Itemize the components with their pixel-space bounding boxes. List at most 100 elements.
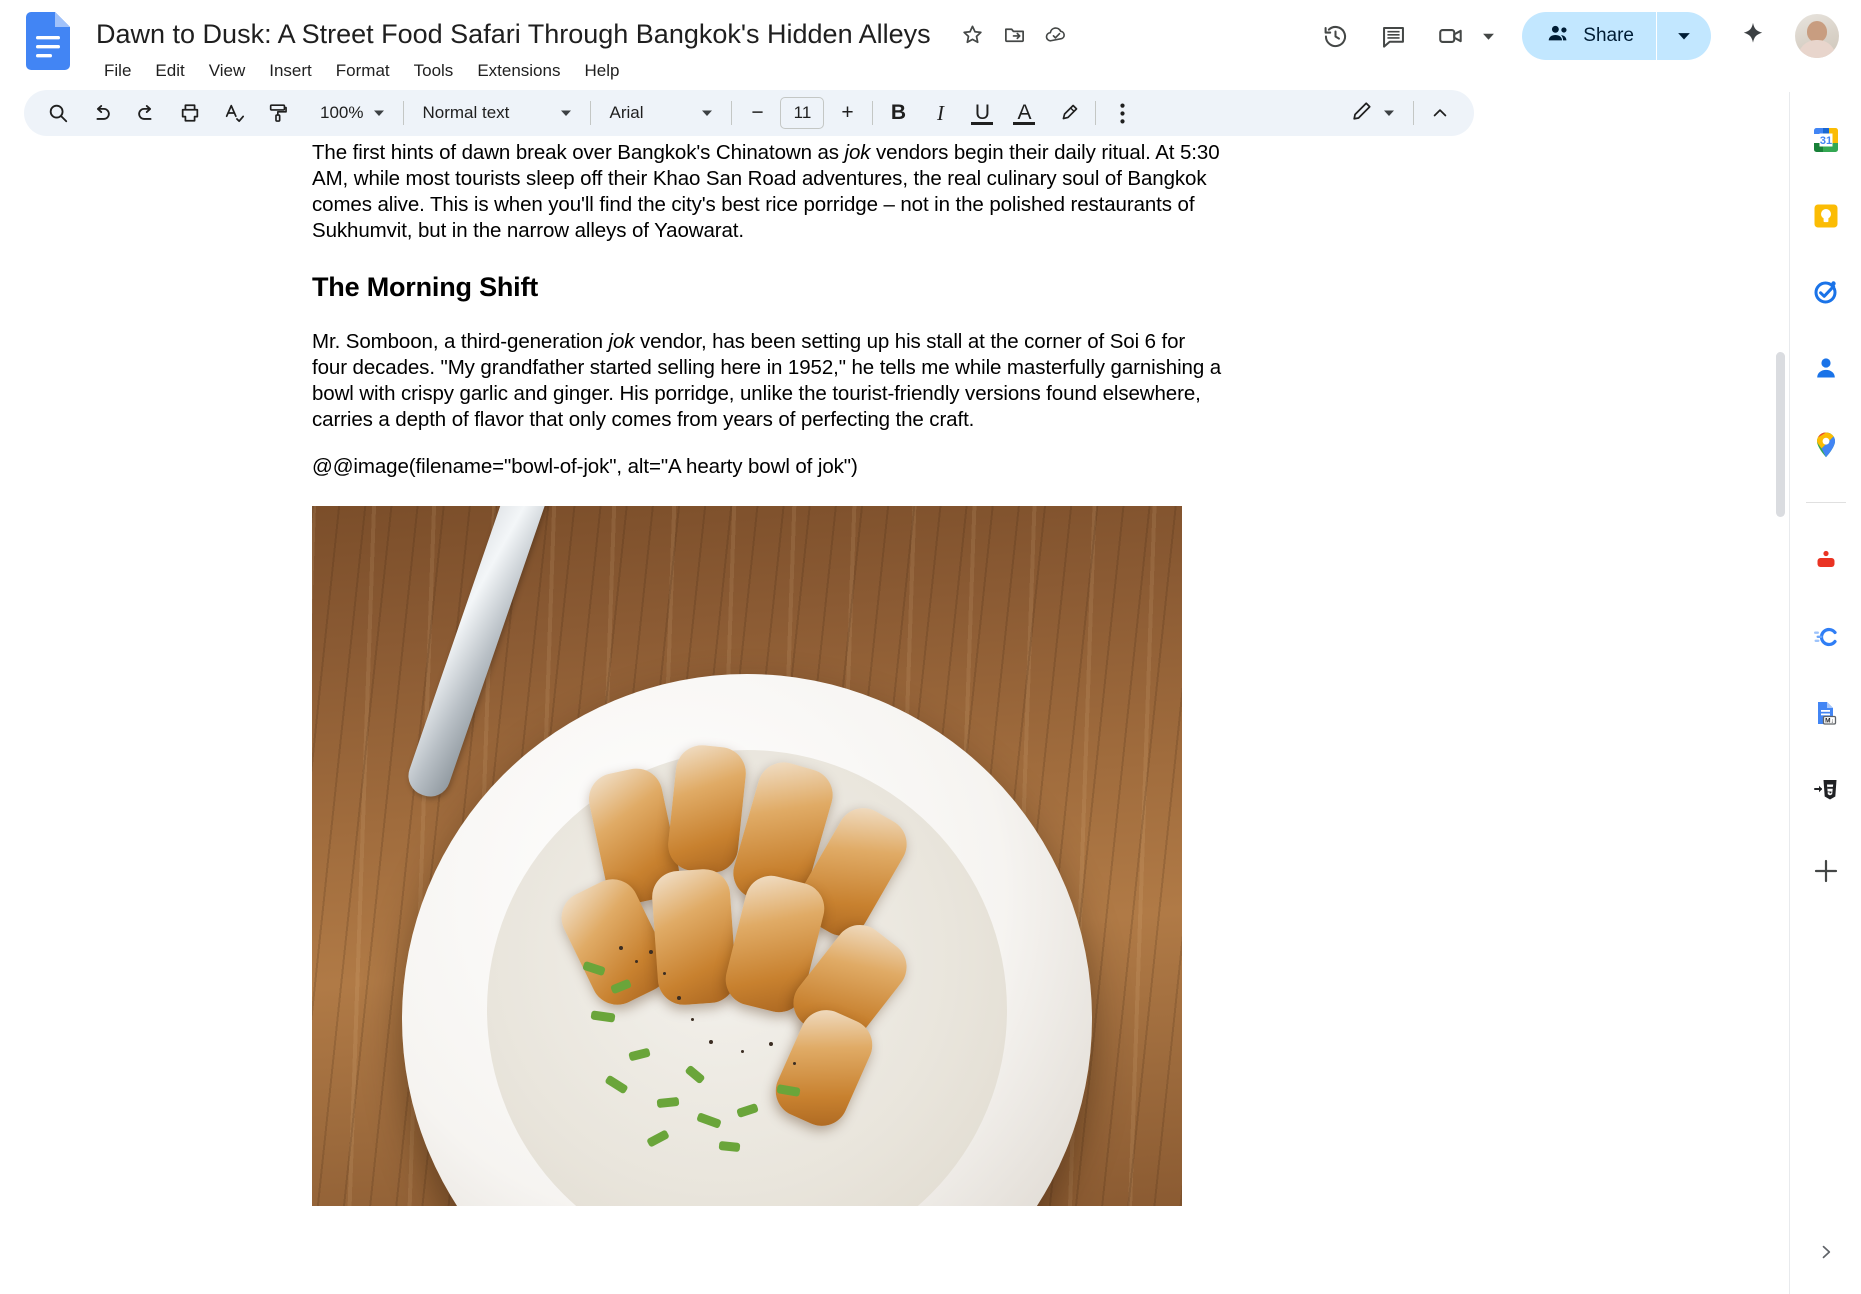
version-history-icon[interactable] [1311, 12, 1359, 60]
share-caret-icon[interactable] [1657, 12, 1711, 60]
bold-button[interactable]: B [881, 96, 915, 130]
heading-morning-shift[interactable]: The Morning Shift [312, 272, 1224, 303]
image-pepper [769, 1042, 773, 1046]
image-scallion [718, 1140, 741, 1153]
account-avatar[interactable] [1795, 14, 1839, 58]
google-docs-logo-icon[interactable] [26, 12, 70, 70]
document-scrollbar-track[interactable] [1773, 140, 1789, 1294]
image-pepper [649, 950, 653, 954]
underline-button[interactable]: U [965, 96, 999, 130]
meet-caret-icon[interactable] [1474, 12, 1502, 60]
toolbar-separator [590, 101, 592, 125]
addon-html-export-icon[interactable] [1802, 765, 1850, 813]
get-addons-plus-icon[interactable] [1802, 847, 1850, 895]
inline-image-bowl-of-jok[interactable] [312, 506, 1182, 1206]
toolbar-separator [1413, 101, 1414, 125]
image-scallion [684, 1064, 706, 1085]
addon-markdown-doc-icon[interactable]: M↓ [1802, 689, 1850, 737]
side-panel-rail: 31 M↓ [1789, 92, 1861, 1294]
toolbar-right-group [1341, 95, 1474, 132]
comment-history-icon[interactable] [1369, 12, 1417, 60]
italic-button[interactable]: I [923, 96, 957, 130]
more-options-icon[interactable] [1104, 95, 1140, 131]
image-pepper [677, 996, 681, 1000]
svg-text:M↓: M↓ [1825, 717, 1834, 724]
edit-mode-dropdown[interactable] [1341, 95, 1405, 132]
menu-insert[interactable]: Insert [257, 58, 324, 84]
edit-pencil-icon [1351, 100, 1373, 127]
header-right-actions: Share [1306, 10, 1861, 62]
move-to-folder-icon[interactable] [997, 16, 1033, 52]
app-header: Dawn to Dusk: A Street Food Safari Throu… [0, 0, 1861, 92]
calendar-day-badge: 31 [1819, 135, 1831, 147]
menu-file[interactable]: File [92, 58, 143, 84]
paragraph-image-directive[interactable]: @@image(filename="bowl-of-jok", alt="A h… [312, 454, 1224, 480]
menu-edit[interactable]: Edit [143, 58, 196, 84]
image-scallion [628, 1047, 651, 1062]
redo-icon[interactable] [128, 95, 164, 131]
image-pepper [663, 972, 666, 975]
menu-format[interactable]: Format [324, 58, 402, 84]
document-title[interactable]: Dawn to Dusk: A Street Food Safari Throu… [90, 17, 937, 52]
paragraph-style-dropdown[interactable]: Normal text [412, 98, 582, 128]
gemini-spark-icon[interactable] [1727, 10, 1779, 62]
undo-icon[interactable] [84, 95, 120, 131]
image-pepper [741, 1050, 744, 1053]
run-text: The first hints of dawn break over Bangk… [312, 141, 845, 164]
share-main[interactable]: Share [1522, 12, 1656, 60]
google-contacts-icon[interactable] [1802, 344, 1850, 392]
image-pepper [635, 960, 638, 963]
text-color-button[interactable]: A [1007, 96, 1041, 130]
menu-view[interactable]: View [197, 58, 258, 84]
document-scrollbar[interactable] [1776, 352, 1785, 517]
spellcheck-icon[interactable] [216, 95, 252, 131]
addon-red-icon[interactable] [1802, 537, 1850, 585]
menu-help[interactable]: Help [572, 58, 631, 84]
image-youtiao [650, 867, 738, 1007]
menu-bar: File Edit View Insert Format Tools Exten… [92, 58, 631, 84]
star-icon[interactable] [955, 16, 991, 52]
font-size-input[interactable]: 11 [780, 97, 825, 129]
paragraph-style-value: Normal text [422, 103, 510, 122]
run-text: Mr. Somboon, a third-generation [312, 330, 609, 353]
share-label: Share [1583, 25, 1634, 46]
document-page[interactable]: The first hints of dawn break over Bangk… [312, 140, 1224, 1206]
google-maps-icon[interactable] [1802, 420, 1850, 468]
font-family-dropdown[interactable]: Arial [599, 98, 723, 128]
toolbar-separator [403, 101, 405, 125]
decrease-font-size-button[interactable]: − [740, 96, 774, 130]
rail-divider [1805, 502, 1846, 503]
chevron-right-icon[interactable] [1806, 1232, 1846, 1272]
meet-camera-icon[interactable] [1427, 12, 1475, 60]
google-calendar-icon[interactable]: 31 [1802, 116, 1850, 164]
addon-blue-c-icon[interactable] [1802, 613, 1850, 661]
run-italic-jok: jok [844, 141, 871, 164]
paragraph-somboon[interactable]: Mr. Somboon, a third-generation jok vend… [312, 329, 1224, 433]
search-icon[interactable] [40, 95, 76, 131]
paragraph-intro[interactable]: The first hints of dawn break over Bangk… [312, 140, 1224, 244]
image-scallion [604, 1074, 629, 1095]
google-keep-icon[interactable] [1802, 192, 1850, 240]
toolbar-separator [872, 101, 874, 125]
title-row: Dawn to Dusk: A Street Food Safari Throu… [90, 16, 1075, 52]
image-scallion [590, 1010, 616, 1023]
image-pepper [691, 1018, 694, 1021]
print-icon[interactable] [172, 95, 208, 131]
font-family-value: Arial [609, 103, 644, 122]
share-button[interactable]: Share [1522, 12, 1711, 60]
image-scallion [696, 1112, 722, 1129]
meet-group [1422, 12, 1504, 60]
increase-font-size-button[interactable]: + [830, 96, 864, 130]
zoom-dropdown[interactable]: 100% [310, 98, 395, 128]
cloud-saved-icon[interactable] [1039, 16, 1075, 52]
google-tasks-icon[interactable] [1802, 268, 1850, 316]
toolbar-separator [1095, 101, 1097, 125]
chevron-up-icon[interactable] [1422, 95, 1458, 131]
menu-extensions[interactable]: Extensions [465, 58, 572, 84]
menu-tools[interactable]: Tools [402, 58, 466, 84]
paint-format-icon[interactable] [260, 95, 296, 131]
highlight-pen-icon[interactable] [1051, 95, 1087, 131]
avatar-body [1798, 40, 1836, 58]
